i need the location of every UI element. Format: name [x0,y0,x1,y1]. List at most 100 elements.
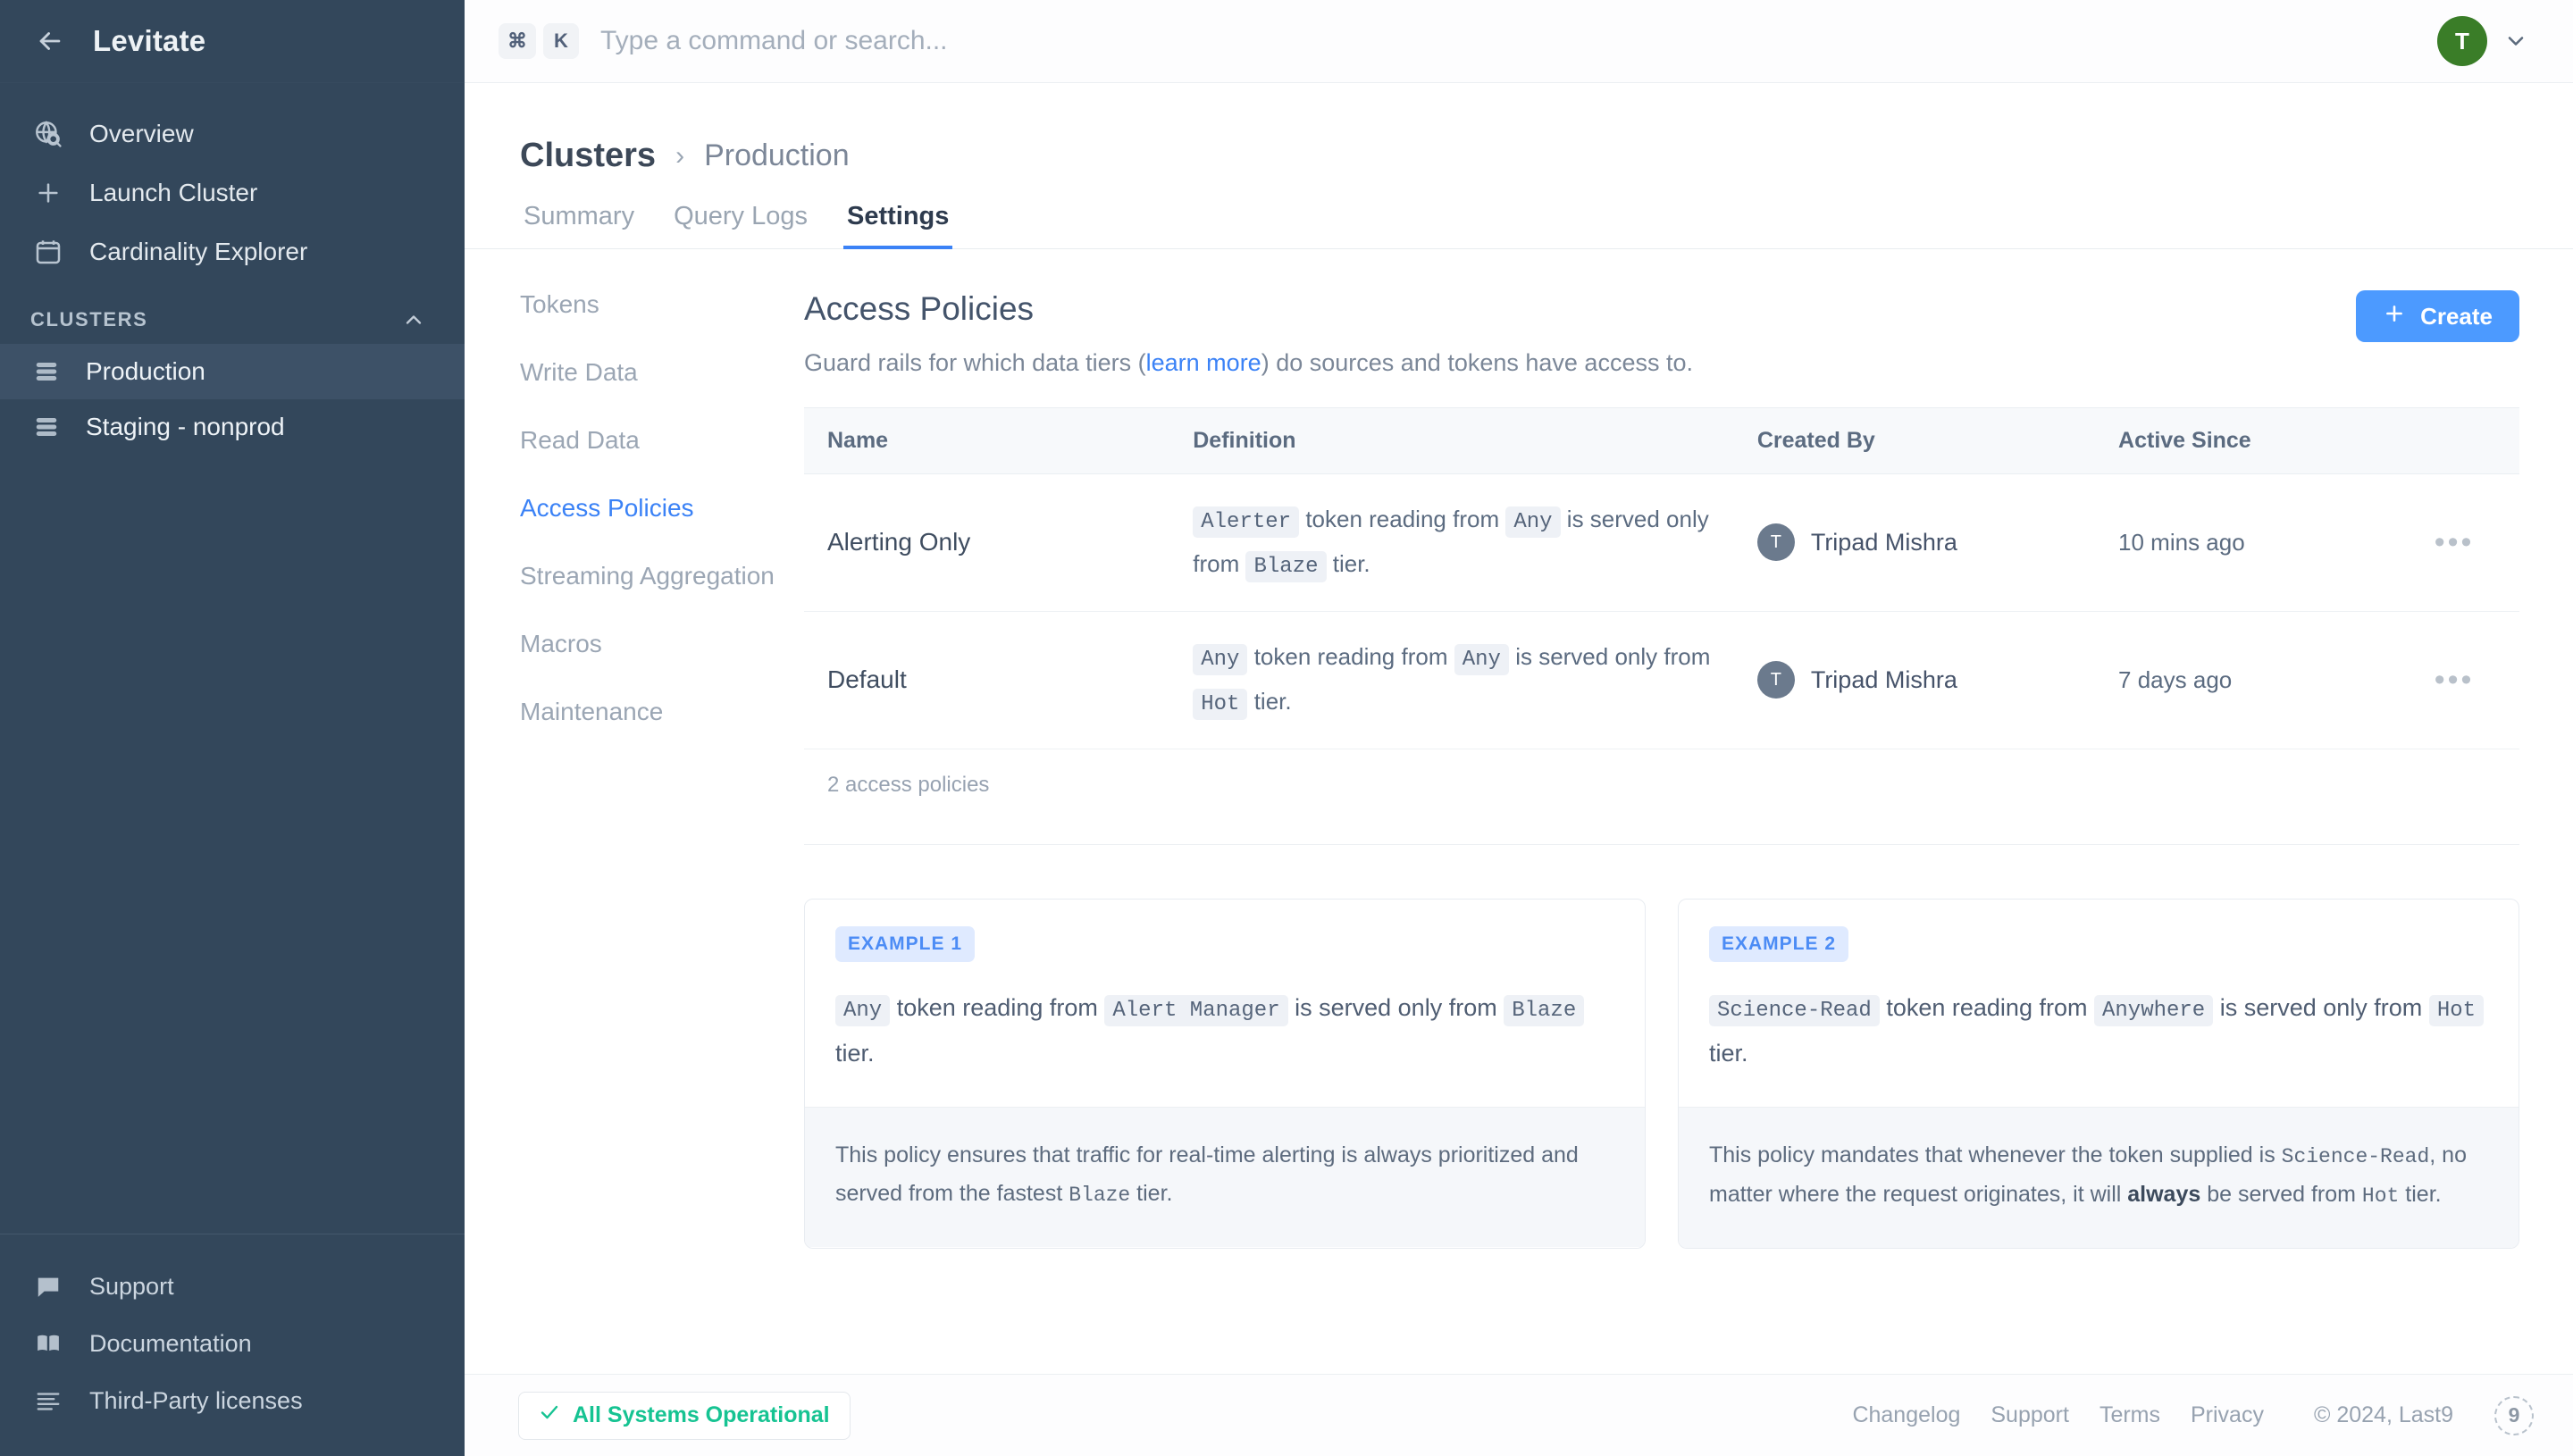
tab-bar: Summary Query Logs Settings [465,175,2573,249]
policy-active-since: 7 days ago [2095,611,2411,749]
example-text-2: is served only from [2220,994,2423,1021]
note-text-a: This policy ensures that traffic for rea… [835,1142,1579,1206]
sidebar-spacer [0,455,465,1234]
ellipsis-icon[interactable]: ••• [2435,525,2475,559]
definition-text-1: token reading from [1305,506,1499,532]
book-icon [30,1326,66,1361]
status-label: All Systems Operational [573,1402,830,1428]
sidebar-item-third-party-licenses[interactable]: Third-Party licenses [0,1372,465,1429]
subnav-item-streaming-aggregation[interactable]: Streaming Aggregation [520,562,804,630]
note-text-c: be served from [2200,1182,2362,1207]
column-header-definition: Definition [1169,408,1734,474]
example-source-chip: Alert Manager [1104,995,1287,1026]
sidebar-section-clusters[interactable]: CLUSTERS [0,281,465,344]
example-source-chip: Anywhere [2094,995,2213,1026]
search-input[interactable] [599,25,2437,57]
example-token-chip: Science-Read [1709,995,1880,1026]
status-badge[interactable]: All Systems Operational [518,1392,851,1440]
chevron-down-icon[interactable] [2498,23,2534,59]
footer-link-privacy[interactable]: Privacy [2191,1402,2264,1428]
sidebar-cluster-label: Staging - nonprod [86,413,285,441]
definition-tier-chip: Hot [1193,689,1247,720]
sidebar-item-production[interactable]: Production [0,344,465,399]
definition-text-3: tier. [1254,688,1292,715]
subnav-item-read-data[interactable]: Read Data [520,426,804,494]
avatar[interactable]: T [2437,16,2487,66]
subnav-item-maintenance[interactable]: Maintenance [520,698,804,766]
footer-copyright: © 2024, Last9 [2314,1402,2453,1428]
table-body: Alerting Only Alerter token reading from… [804,474,2519,821]
sidebar-item-documentation[interactable]: Documentation [0,1315,465,1372]
definition-token-chip: Any [1193,644,1247,675]
column-header-active-since: Active Since [2095,408,2411,474]
table-footer-row: 2 access policies [804,749,2519,821]
note-code-2: Hot [2362,1184,2399,1208]
sidebar-item-launch-cluster[interactable]: Launch Cluster [0,163,465,222]
sidebar-item-label: Support [89,1273,174,1301]
sidebar-item-label: Third-Party licenses [89,1387,303,1415]
server-icon [30,411,63,443]
tab-query-logs[interactable]: Query Logs [670,202,811,249]
plus-icon [2383,302,2406,331]
user-chip: T Tripad Mishra [1757,661,2072,699]
tab-settings[interactable]: Settings [843,202,952,249]
sidebar-item-label: Cardinality Explorer [89,238,307,266]
subnav-item-write-data[interactable]: Write Data [520,358,804,426]
desc-before: Guard rails for which data tiers ( [804,349,1146,376]
sidebar-item-support[interactable]: Support [0,1258,465,1315]
sidebar-item-cardinality-explorer[interactable]: Cardinality Explorer [0,222,465,281]
subnav-item-tokens[interactable]: Tokens [520,290,804,358]
note-code: Blaze [1069,1184,1130,1207]
sidebar: Levitate Overview Launch Cluster Cardina… [0,0,465,1456]
policy-created-by: T Tripad Mishra [1734,474,2095,612]
settings-subnav: Tokens Write Data Read Data Access Polic… [465,290,804,1249]
list-icon [30,1383,66,1418]
arrow-left-icon[interactable] [30,21,70,61]
example-statement: Any token reading from Alert Manager is … [835,985,1614,1077]
note-text-b: tier. [1130,1181,1172,1206]
example-text-1: token reading from [1886,994,2087,1021]
example-token-chip: Any [835,995,890,1026]
message-icon [30,1268,66,1304]
section-divider [804,844,2519,845]
definition-text-3: tier. [1333,550,1370,577]
sidebar-item-staging-nonprod[interactable]: Staging - nonprod [0,399,465,455]
policy-actions-cell: ••• [2411,611,2519,749]
user-name: Tripad Mishra [1811,529,1957,556]
footer-link-terms[interactable]: Terms [2099,1402,2160,1428]
access-policies-panel: Access Policies Guard rails for which da… [804,290,2573,1249]
calendar-icon [30,234,66,270]
policy-name: Default [804,611,1169,749]
table-row[interactable]: Default Any token reading from Any is se… [804,611,2519,749]
tab-summary[interactable]: Summary [520,202,638,249]
chevron-right-icon: › [675,141,684,172]
policy-definition: Alerter token reading from Any is served… [1169,474,1734,612]
policy-definition: Any token reading from Any is served onl… [1169,611,1734,749]
column-header-name: Name [804,408,1169,474]
policy-actions-cell: ••• [2411,474,2519,612]
footer: All Systems Operational Changelog Suppor… [465,1374,2573,1456]
table-row[interactable]: Alerting Only Alerter token reading from… [804,474,2519,612]
globe-search-icon [30,116,66,152]
sidebar-item-label: Launch Cluster [89,179,257,207]
example-body: EXAMPLE 1 Any token reading from Alert M… [805,900,1645,1108]
note-bold: always [2127,1182,2200,1207]
example-badge: EXAMPLE 2 [1709,926,1848,962]
footer-link-support[interactable]: Support [1991,1402,2069,1428]
footer-links: Changelog Support Terms Privacy © 2024, … [1852,1396,2534,1435]
learn-more-link[interactable]: learn more [1146,349,1261,376]
subnav-item-access-policies[interactable]: Access Policies [520,494,804,562]
breadcrumb-clusters[interactable]: Clusters [520,137,656,175]
example-statement: Science-Read token reading from Anywhere… [1709,985,2488,1077]
column-header-actions [2411,408,2519,474]
last9-badge-icon[interactable]: 9 [2494,1396,2534,1435]
chevron-up-icon[interactable] [398,305,429,335]
plus-icon [30,175,66,211]
example-text-1: token reading from [897,994,1098,1021]
subnav-item-macros[interactable]: Macros [520,630,804,698]
create-button[interactable]: Create [2356,290,2519,342]
ellipsis-icon[interactable]: ••• [2435,663,2475,697]
footer-link-changelog[interactable]: Changelog [1852,1402,1960,1428]
check-icon [539,1402,560,1429]
sidebar-item-overview[interactable]: Overview [0,105,465,163]
